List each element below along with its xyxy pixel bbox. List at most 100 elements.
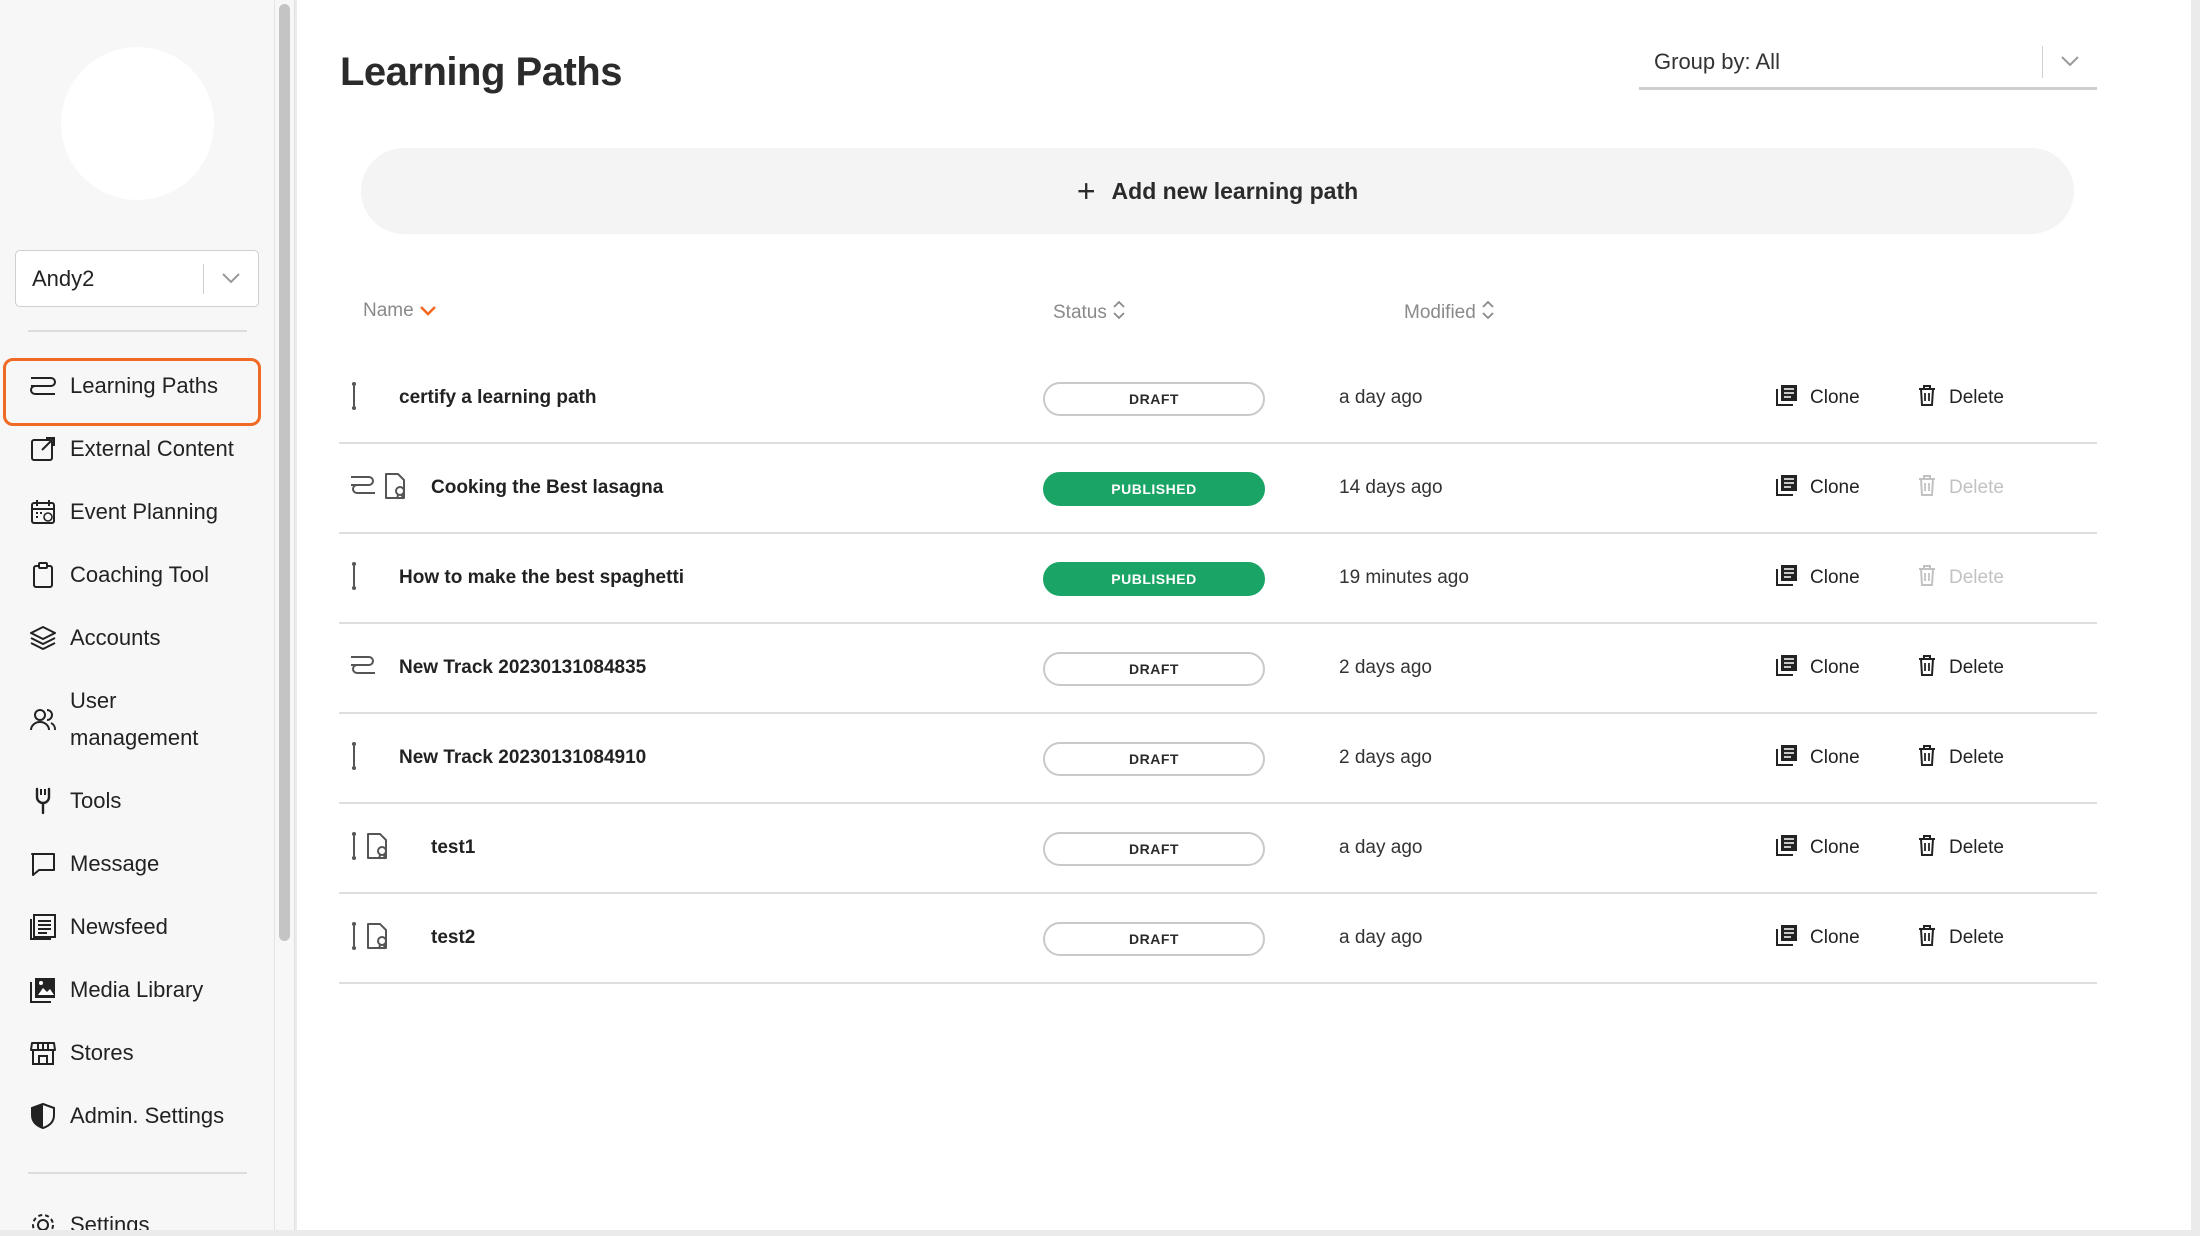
sidebar-item-user-management[interactable]: User management bbox=[28, 682, 198, 756]
row-name[interactable]: test1 bbox=[431, 804, 475, 892]
row-modified: 19 minutes ago bbox=[1339, 567, 1469, 588]
column-header-status[interactable]: Status bbox=[1053, 300, 1125, 326]
table-row[interactable]: How to make the best spaghetti PUBLISHED 1… bbox=[339, 534, 2097, 624]
add-learning-path-button[interactable]: + Add new learning path bbox=[361, 148, 2074, 234]
sidebar-divider bbox=[28, 330, 247, 332]
row-type-icons bbox=[349, 714, 359, 802]
row-name[interactable]: Cooking the Best lasagna bbox=[431, 444, 663, 532]
external-link-icon bbox=[28, 434, 58, 464]
status-badge: PUBLISHED bbox=[1043, 562, 1265, 596]
row-modified: 2 days ago bbox=[1339, 747, 1432, 768]
certificate-icon bbox=[365, 832, 391, 865]
clone-icon bbox=[1776, 924, 1798, 952]
add-learning-path-label: Add new learning path bbox=[1111, 177, 1359, 204]
sidebar-item-message[interactable]: Message bbox=[28, 849, 159, 879]
layers-icon bbox=[28, 623, 58, 653]
trash-icon bbox=[1917, 474, 1937, 502]
row-name[interactable]: New Track 20230131084910 bbox=[399, 714, 646, 802]
delete-button[interactable]: Delete bbox=[1917, 714, 2004, 802]
clone-button[interactable]: Clone bbox=[1776, 894, 1860, 982]
sidebar-item-tools[interactable]: Tools bbox=[28, 786, 121, 816]
trash-icon bbox=[1917, 654, 1937, 682]
row-type-icons bbox=[349, 534, 359, 622]
delete-button[interactable]: Delete bbox=[1917, 804, 2004, 892]
delete-label: Delete bbox=[1949, 387, 2004, 408]
clone-label: Clone bbox=[1810, 567, 1860, 588]
delete-button[interactable]: Delete bbox=[1917, 624, 2004, 712]
sidebar-item-external-content[interactable]: External Content bbox=[28, 434, 234, 464]
avatar[interactable] bbox=[61, 47, 214, 200]
clone-button[interactable]: Clone bbox=[1776, 444, 1860, 532]
column-header-label: Status bbox=[1053, 302, 1107, 323]
branch-path-icon bbox=[349, 653, 377, 684]
row-name[interactable]: How to make the best spaghetti bbox=[399, 534, 684, 622]
vertical-path-icon bbox=[349, 381, 359, 416]
table-row[interactable]: test1 DRAFT a day ago Clone Delete bbox=[339, 804, 2097, 894]
delete-button[interactable]: Delete bbox=[1917, 894, 2004, 982]
vertical-path-icon bbox=[349, 921, 359, 956]
sidebar-item-newsfeed[interactable]: Newsfeed bbox=[28, 912, 168, 942]
clone-label: Clone bbox=[1810, 477, 1860, 498]
learning-paths-icon bbox=[28, 371, 58, 401]
table-row[interactable]: certify a learning path DRAFT a day ago Clo… bbox=[339, 354, 2097, 444]
table-row[interactable]: New Track 20230131084835 DRAFT 2 days ago C… bbox=[339, 624, 2097, 714]
sidebar-item-event-planning[interactable]: Event Planning bbox=[28, 497, 218, 527]
sidebar-item-accounts[interactable]: Accounts bbox=[28, 623, 161, 653]
table-row[interactable]: New Track 20230131084910 DRAFT 2 days ago C… bbox=[339, 714, 2097, 804]
users-icon bbox=[28, 704, 58, 734]
trash-icon bbox=[1917, 834, 1937, 862]
sidebar-item-coaching-tool[interactable]: Coaching Tool bbox=[28, 560, 209, 590]
sidebar-item-stores[interactable]: Stores bbox=[28, 1038, 134, 1068]
sidebar: Andy2 Learning Paths External Content Ev… bbox=[0, 0, 275, 1230]
delete-label: Delete bbox=[1949, 567, 2004, 588]
group-by-select[interactable]: Group by: All bbox=[1639, 36, 2097, 90]
clone-icon bbox=[1776, 564, 1798, 592]
clone-button[interactable]: Clone bbox=[1776, 714, 1860, 802]
status-badge: DRAFT bbox=[1043, 652, 1265, 686]
trash-icon bbox=[1917, 924, 1937, 952]
row-modified: a day ago bbox=[1339, 927, 1423, 948]
delete-button: Delete bbox=[1917, 444, 2004, 532]
sidebar-item-label: Coaching Tool bbox=[70, 562, 210, 587]
row-name[interactable]: test2 bbox=[431, 894, 475, 982]
column-header-name[interactable]: Name bbox=[363, 300, 436, 322]
row-name[interactable]: New Track 20230131084835 bbox=[399, 624, 646, 712]
user-select[interactable]: Andy2 bbox=[15, 250, 259, 307]
row-type-icons bbox=[349, 624, 377, 712]
sidebar-scrollbar-thumb[interactable] bbox=[279, 4, 290, 941]
calendar-icon bbox=[28, 497, 58, 527]
main-content: Learning Paths Group by: All + Add new l… bbox=[297, 0, 2191, 1230]
sidebar-item-learning-paths[interactable]: Learning Paths bbox=[28, 371, 218, 401]
delete-button: Delete bbox=[1917, 534, 2004, 622]
sidebar-item-label: Newsfeed bbox=[70, 914, 168, 939]
plus-icon: + bbox=[1076, 173, 1096, 209]
row-type-icons bbox=[349, 804, 391, 892]
sidebar-item-settings[interactable]: Settings bbox=[28, 1210, 150, 1230]
page-title: Learning Paths bbox=[340, 50, 622, 94]
clone-button[interactable]: Clone bbox=[1776, 534, 1860, 622]
row-modified: a day ago bbox=[1339, 387, 1423, 408]
clone-button[interactable]: Clone bbox=[1776, 624, 1860, 712]
sidebar-scrollbar[interactable] bbox=[275, 0, 295, 1230]
sidebar-item-media-library[interactable]: Media Library bbox=[28, 975, 203, 1005]
row-modified: 2 days ago bbox=[1339, 657, 1432, 678]
user-select-value: Andy2 bbox=[32, 265, 95, 291]
sidebar-item-label: Accounts bbox=[70, 625, 161, 650]
table-row[interactable]: test2 DRAFT a day ago Clone Delete bbox=[339, 894, 2097, 984]
status-badge: DRAFT bbox=[1043, 832, 1265, 866]
clone-button[interactable]: Clone bbox=[1776, 354, 1860, 442]
sidebar-item-label: Tools bbox=[70, 788, 122, 813]
column-header-label: Name bbox=[363, 300, 414, 321]
row-name[interactable]: certify a learning path bbox=[399, 354, 596, 442]
column-header-modified[interactable]: Modified bbox=[1404, 300, 1494, 326]
vertical-path-icon bbox=[349, 561, 359, 596]
clone-button[interactable]: Clone bbox=[1776, 804, 1860, 892]
delete-label: Delete bbox=[1949, 837, 2004, 858]
row-type-icons bbox=[349, 894, 391, 982]
table-row[interactable]: Cooking the Best lasagna PUBLISHED 14 days… bbox=[339, 444, 2097, 534]
delete-button[interactable]: Delete bbox=[1917, 354, 2004, 442]
sidebar-item-label: Learning Paths bbox=[70, 373, 218, 398]
clone-label: Clone bbox=[1810, 747, 1860, 768]
sidebar-divider bbox=[28, 1172, 247, 1174]
sidebar-item-admin-settings[interactable]: Admin. Settings bbox=[28, 1101, 224, 1131]
